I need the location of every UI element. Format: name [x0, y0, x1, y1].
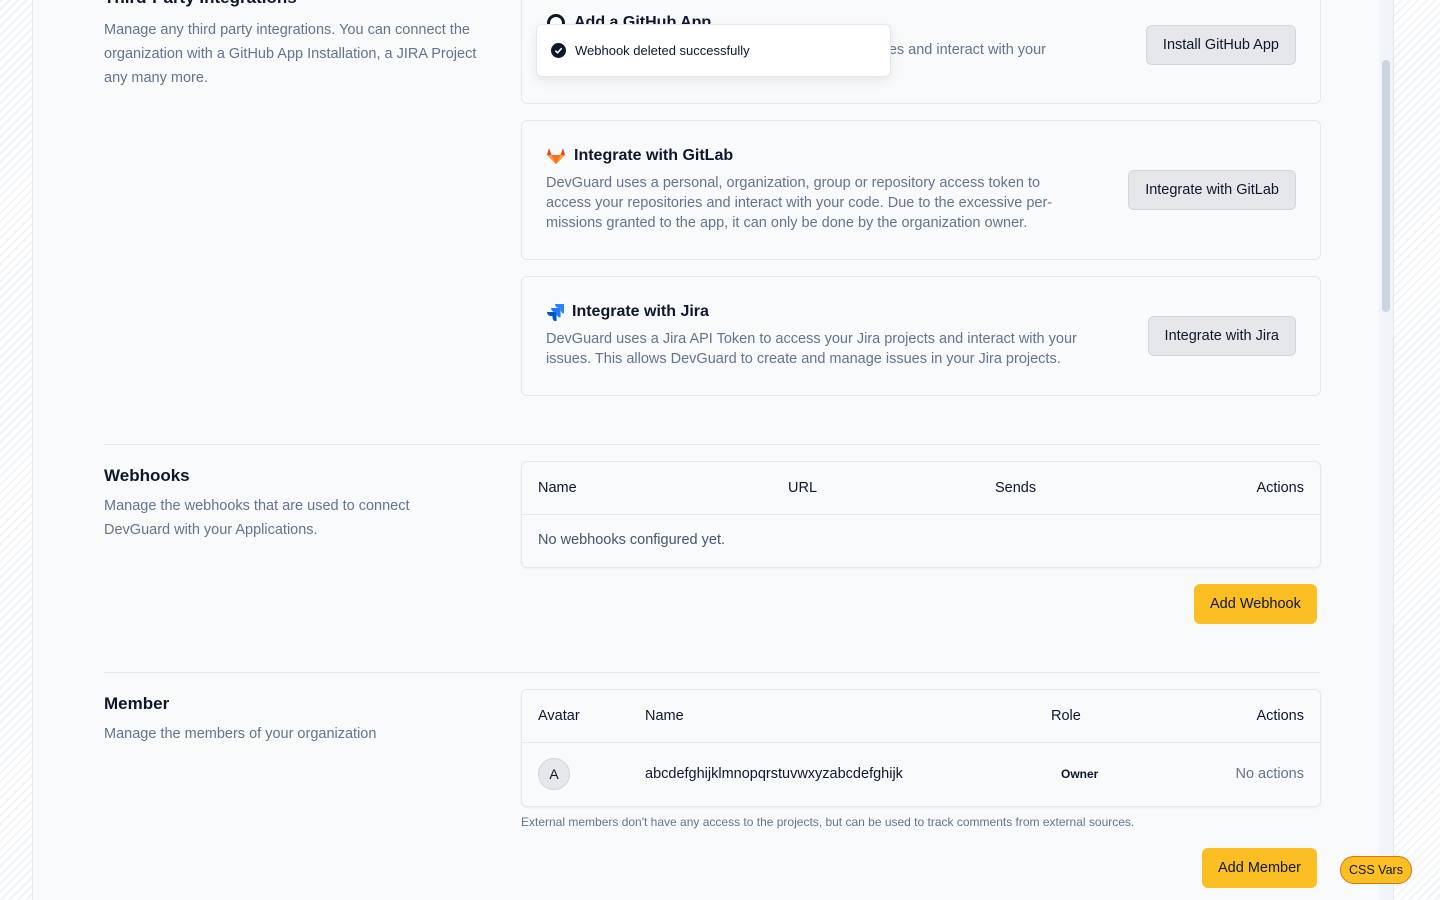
members-table-header: Avatar Name Role Actions — [522, 690, 1320, 743]
webhooks-section-header: Webhooks Manage the webhooks that are us… — [104, 466, 494, 542]
scrollbar[interactable] — [1379, 0, 1393, 900]
third-party-description: Manage any third party integrations. You… — [104, 22, 477, 86]
column-url: URL — [772, 462, 979, 515]
table-row: A abcdefghijklmnopqrstuvwxyzabcdefghijk … — [522, 742, 1320, 806]
members-section-header: Member Manage the members of your organi… — [104, 694, 494, 746]
gitlab-title: Integrate with GitLab — [574, 147, 734, 164]
gitlab-description: DevGuard uses a personal, organization, … — [546, 175, 1053, 231]
column-actions: Actions — [1160, 690, 1320, 743]
members-table: Avatar Name Role Actions A abcdefghijklm… — [521, 689, 1321, 807]
integrate-jira-button[interactable]: Integrate with Jira — [1147, 316, 1296, 356]
add-member-button[interactable]: Add Member — [1202, 848, 1318, 888]
column-name: Name — [522, 462, 772, 515]
jira-description: DevGuard uses a Jira API Token to access… — [546, 331, 1077, 367]
third-party-title: Third-Party Integrations — [104, 0, 494, 8]
members-description: Manage the members of your organization — [104, 726, 377, 742]
column-role: Role — [1035, 690, 1161, 743]
members-title: Member — [104, 694, 170, 713]
jira-integration-card: Integrate with Jira DevGuard uses a Jira… — [521, 276, 1321, 396]
webhooks-table-header: Name URL Sends Actions — [522, 462, 1320, 515]
check-circle-icon — [551, 43, 566, 58]
column-name: Name — [629, 690, 1035, 743]
member-name: abcdefghijklmnopqrstuvwxyzabcdefghijk — [645, 766, 903, 783]
column-actions: Actions — [1142, 462, 1320, 515]
webhooks-empty-message: No webhooks configured yet. — [538, 532, 725, 549]
member-actions: No actions — [1235, 766, 1304, 783]
jira-icon — [547, 304, 564, 321]
column-sends: Sends — [979, 462, 1143, 515]
gitlab-integration-card: Integrate with GitLab DevGuard uses a pe… — [521, 120, 1321, 260]
webhooks-table: Name URL Sends Actions No webhooks confi… — [521, 461, 1321, 568]
toast-notification: Webhook deleted successfully — [536, 24, 891, 77]
gitlab-icon — [547, 148, 565, 164]
install-github-app-button[interactable]: Install GitHub App — [1145, 25, 1296, 65]
avatar: A — [538, 758, 570, 791]
toast-message: Webhook deleted successfully — [575, 43, 750, 58]
column-avatar: Avatar — [522, 690, 629, 743]
role-badge: Owner — [1061, 767, 1099, 782]
webhooks-description: Manage the webhooks that are used to con… — [104, 498, 410, 538]
css-vars-button[interactable]: CSS Vars — [1340, 856, 1412, 884]
section-divider — [104, 672, 1320, 673]
add-webhook-button[interactable]: Add Webhook — [1194, 584, 1317, 624]
section-divider — [104, 444, 1320, 445]
webhooks-title: Webhooks — [104, 466, 190, 485]
integrate-gitlab-button[interactable]: Integrate with GitLab — [1128, 170, 1296, 210]
jira-title: Integrate with Jira — [572, 303, 709, 320]
external-members-note: External members don't have any access t… — [521, 815, 1135, 829]
scrollbar-thumb[interactable] — [1382, 60, 1390, 312]
third-party-section-header: Third-Party Integrations Manage any thir… — [104, 0, 494, 90]
